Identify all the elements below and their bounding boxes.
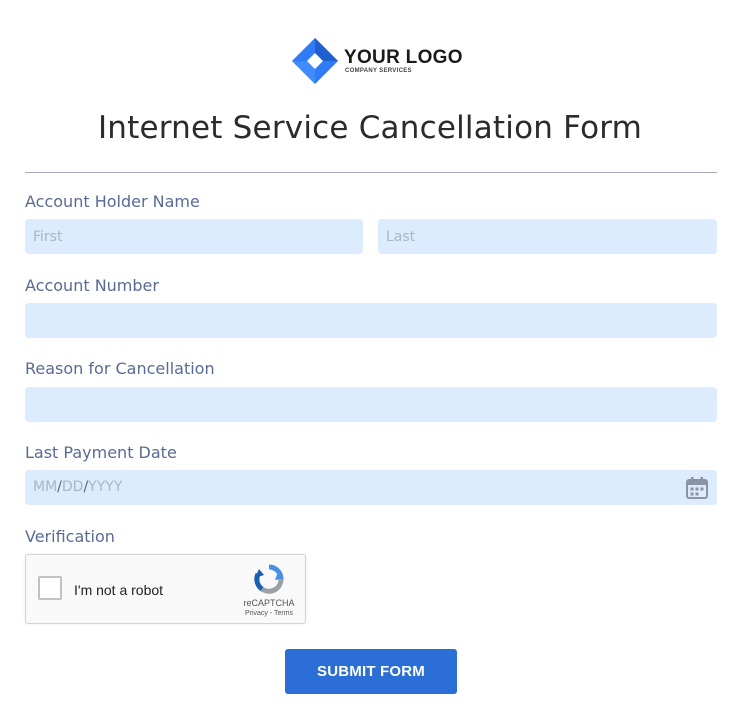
date-day: DD (61, 479, 84, 495)
form-title: Internet Service Cancellation Form (97, 110, 643, 146)
recaptcha-logo-icon (254, 564, 284, 594)
recaptcha-checkbox[interactable] (38, 576, 62, 600)
form-page: YOUR LOGO COMPANY SERVICES Internet Serv… (0, 0, 740, 721)
logo-subtitle: COMPANY SERVICES (345, 68, 412, 74)
logo-title: YOUR LOGO (344, 47, 463, 68)
verification-label: Verification (25, 527, 115, 546)
account-number-input[interactable] (25, 303, 717, 338)
date-placeholder: MM/DD/YYYY (33, 479, 122, 495)
recaptcha-privacy-terms[interactable]: Privacy - Terms (226, 610, 312, 617)
last-payment-date-input[interactable] (25, 470, 717, 505)
company-logo: YOUR LOGO COMPANY SERVICES (291, 37, 463, 87)
recaptcha-brand: reCAPTCHA (243, 598, 295, 608)
reason-input[interactable] (25, 387, 717, 422)
date-month: MM (33, 479, 58, 495)
account-number-label: Account Number (25, 276, 159, 295)
title-divider (25, 172, 717, 173)
recaptcha-label: I'm not a robot (74, 582, 164, 598)
logo-mark-icon (292, 38, 338, 84)
reason-label: Reason for Cancellation (25, 359, 215, 378)
submit-button[interactable]: SUBMIT FORM (285, 649, 457, 694)
calendar-icon[interactable] (685, 476, 709, 500)
date-year: YYYY (88, 479, 123, 495)
last-name-input[interactable] (378, 219, 717, 254)
first-name-input[interactable] (25, 219, 363, 254)
recaptcha-widget: I'm not a robot reCAPTCHA Privacy - Term… (25, 554, 306, 624)
last-payment-date-label: Last Payment Date (25, 443, 177, 462)
account-holder-label: Account Holder Name (25, 192, 200, 211)
